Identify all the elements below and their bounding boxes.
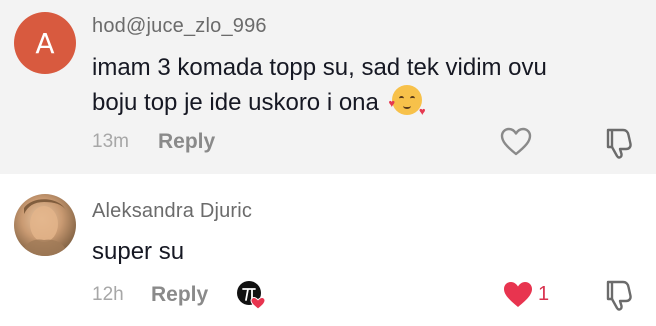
heart-filled-icon[interactable] [502,280,534,310]
like-count: 1 [538,283,550,305]
comment-text: super su [92,238,185,265]
avatar-letter: A [35,26,55,60]
dislike-icon[interactable] [604,126,634,160]
avatar-photo [22,199,68,256]
comment-item: A hod@juce_zlo_996 imam 3 komada topp su… [0,0,656,174]
reply-button[interactable]: Reply [151,283,208,307]
avatar[interactable]: A [14,12,76,74]
comment-text: imam 3 komada topp su, sad tek vidim ovu… [92,50,632,120]
comment-item: Aleksandra Djuric super su 12h Reply 1 [0,186,656,326]
heart-outline-icon[interactable] [500,127,532,157]
avatar[interactable] [14,194,76,256]
comment-timestamp: 13m [92,131,129,152]
comment-text-line: boju top je ide uskoro i ona [92,89,379,116]
dislike-icon[interactable] [604,278,634,312]
smiling-face-with-hearts-icon: ♥ ♥ [389,85,426,118]
comment-timestamp: 12h [92,284,124,305]
reply-button[interactable]: Reply [158,130,215,154]
comment-username[interactable]: Aleksandra Djuric [92,200,252,223]
creator-liked-badge-icon [237,281,266,310]
comment-username[interactable]: hod@juce_zlo_996 [92,15,267,38]
comment-text-line: imam 3 komada topp su, sad tek vidim ovu [92,54,547,81]
